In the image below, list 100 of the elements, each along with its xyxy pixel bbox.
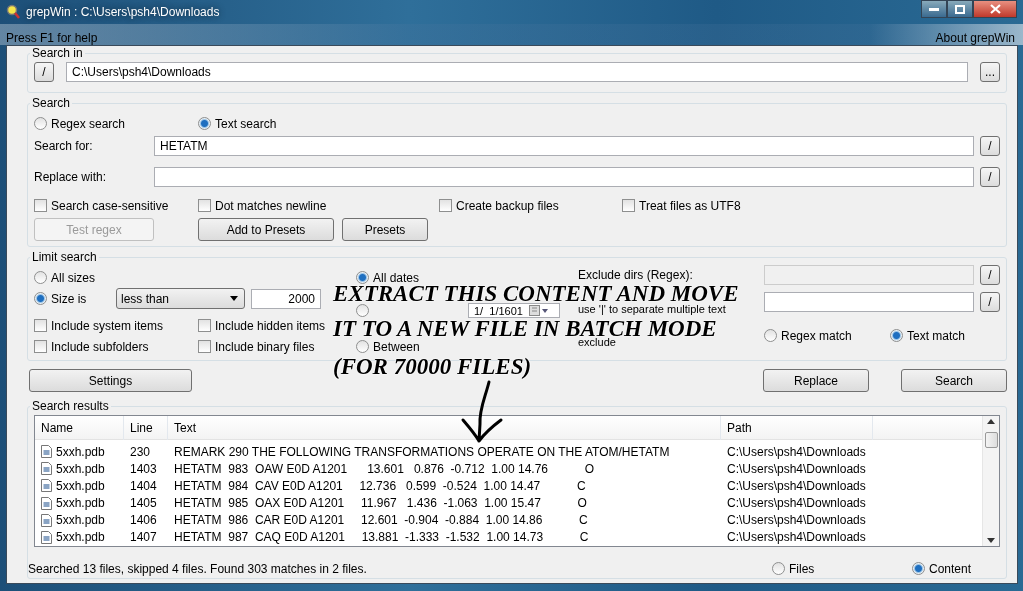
radio-button[interactable]: Files	[772, 561, 815, 576]
minimize-icon	[929, 7, 939, 11]
table-cell-text: C:\Users\psh4\Downloads	[726, 461, 867, 476]
path-field[interactable]: C:\Users\psh4\Downloads	[66, 62, 968, 82]
close-icon	[989, 4, 1001, 14]
hint-text: use '|' to separate multiple text	[578, 303, 726, 315]
settings-button[interactable]: Settings	[29, 369, 192, 392]
checkbox[interactable]: Include binary files	[198, 339, 315, 354]
table-cell: 5xxh.pdb	[35, 461, 124, 476]
browse-button[interactable]: ...	[980, 62, 1000, 82]
radio-button[interactable]: Size is	[34, 291, 87, 306]
checkbox[interactable]: Search case-sensitive	[34, 198, 169, 213]
exclude-dirs-field[interactable]	[764, 265, 974, 285]
table-cell-text: HETATM 985 OAX E0D A1201 11.967 1.436 -1.063 1.00 15.47 O	[173, 496, 588, 511]
scroll-down-icon	[987, 538, 995, 543]
table-cell: 5xxh.pdb	[35, 444, 124, 459]
checkbox[interactable]: Include subfolders	[34, 339, 149, 354]
file-icon	[41, 530, 52, 544]
column-header[interactable]: Path	[721, 416, 873, 440]
file-icon	[41, 513, 52, 527]
column-header[interactable]: Line	[124, 416, 168, 440]
table-cell-text: C:\Users\psh4\Downloads	[726, 444, 867, 459]
action-button[interactable]: Add to Presets	[198, 218, 334, 241]
table-cell-text: C:\Users\psh4\Downloads	[726, 496, 867, 511]
checkbox[interactable]: Create backup files	[439, 198, 559, 213]
date-field[interactable]: 1/ 1/1601	[468, 303, 560, 318]
hint-text: exclude	[578, 336, 616, 348]
table-cell-text: C:\Users\psh4\Downloads	[726, 478, 867, 493]
table-cell-text: 1403	[129, 461, 158, 476]
radio-button[interactable]: Content	[912, 561, 972, 576]
field-label: Search for:	[34, 139, 94, 153]
about-menu[interactable]: About grepWin	[935, 31, 1015, 45]
regex-toggle-button[interactable]: /	[980, 265, 1000, 285]
radio-button[interactable]: All sizes	[34, 270, 95, 285]
table-cell-text: HETATM 987 CAQ E0D A1201 13.881 -1.333 -1.532 1.00 14.73 C	[173, 530, 590, 545]
table-cell-text: HETATM 983 OAW E0D A1201 13.601 0.876 -0.712 1.00 14.76 O	[173, 461, 595, 476]
search-field[interactable]: HETATM	[154, 136, 974, 156]
scrollbar[interactable]	[982, 416, 999, 546]
checkbox[interactable]: Dot matches newline	[198, 198, 327, 213]
maximize-icon	[955, 4, 965, 14]
search-icon	[6, 4, 20, 20]
file-icon	[41, 462, 52, 476]
group-label: Search	[31, 96, 72, 110]
field-label: Replace with:	[34, 170, 108, 184]
checkbox[interactable]: Treat files as UTF8	[622, 198, 741, 213]
annotation-text: EXTRACT THIS CONTENT AND MOVE	[333, 284, 739, 304]
table-cell-text: C:\Users\psh4\Downloads	[726, 530, 867, 545]
annotation-text: (FOR 70000 FILES)	[333, 357, 532, 377]
file-icon	[41, 445, 52, 459]
search-button[interactable]: Search	[901, 369, 1007, 392]
table-cell-text: HETATM 986 CAR E0D A1201 12.601 -0.904 -0.884 1.00 14.86 C	[173, 513, 589, 528]
action-button[interactable]: Presets	[342, 218, 428, 241]
table-cell-text: 230	[129, 444, 152, 459]
radio-button[interactable]: Regex match	[764, 328, 852, 343]
table-cell-text: 1405	[129, 496, 158, 511]
table-cell-text: 1406	[129, 513, 158, 528]
column-header[interactable]: Text	[168, 416, 721, 440]
window-title: grepWin : C:\Users\psh4\Downloads	[26, 5, 220, 19]
regex-toggle-button[interactable]: /	[980, 136, 1000, 156]
table-cell: 5xxh.pdb	[35, 530, 124, 545]
table-cell: 5xxh.pdb	[35, 513, 124, 528]
column-header[interactable]: Name	[35, 416, 124, 440]
caret-icon	[230, 296, 238, 301]
size-field[interactable]: 2000	[251, 288, 321, 309]
table-cell: 5xxh.pdb	[35, 496, 124, 511]
scroll-thumb[interactable]	[984, 432, 998, 448]
table-cell-text: HETATM 984 CAV E0D A1201 12.736 0.599 -0.524 1.00 14.47 C	[173, 478, 587, 493]
table-cell-text: 1404	[129, 478, 158, 493]
table-cell-text: C:\Users\psh4\Downloads	[726, 513, 867, 528]
group-label: Limit search	[31, 250, 98, 264]
checkbox[interactable]: Include system items	[34, 318, 164, 333]
table-cell: 5xxh.pdb	[35, 478, 124, 493]
calendar-icon	[528, 305, 549, 316]
file-names-field[interactable]	[764, 292, 974, 312]
group-label: Search in	[31, 46, 84, 60]
field-label: Exclude dirs (Regex):	[578, 268, 694, 282]
regex-toggle-button[interactable]: /	[34, 62, 54, 82]
file-icon	[41, 479, 52, 493]
file-icon	[41, 496, 52, 510]
replace-button[interactable]: Replace	[763, 369, 869, 392]
regex-toggle-button[interactable]: /	[980, 292, 1000, 312]
radio-button[interactable]: All dates	[356, 270, 420, 285]
radio-button[interactable]: Regex search	[34, 116, 126, 131]
size-dropdown[interactable]: less than	[116, 288, 245, 309]
table-cell-text: REMARK 290 THE FOLLOWING TRANSFORMATIONS OPERATE ON THE ATOM/HETATM	[173, 444, 671, 459]
table-cell-text: 1407	[129, 530, 158, 545]
radio-button[interactable]: Text search	[198, 116, 277, 131]
annotation-text: IT TO A NEW FILE IN BATCH MODE	[333, 319, 717, 339]
group-label: Search results	[31, 399, 110, 413]
regex-toggle-button[interactable]: /	[980, 167, 1000, 187]
replace-field[interactable]	[154, 167, 974, 187]
radio-button[interactable]: Text match	[890, 328, 966, 343]
maximize-button[interactable]	[947, 0, 973, 18]
minimize-button[interactable]	[921, 0, 947, 18]
radio-button[interactable]: Between	[356, 339, 420, 354]
close-button[interactable]	[973, 0, 1017, 18]
scroll-up-icon	[987, 419, 995, 424]
help-menu[interactable]: Press F1 for help	[6, 31, 98, 45]
checkbox[interactable]: Include hidden items	[198, 318, 326, 333]
status-text: Searched 13 files, skipped 4 files. Found 303 matches in 2 files.	[28, 561, 367, 576]
